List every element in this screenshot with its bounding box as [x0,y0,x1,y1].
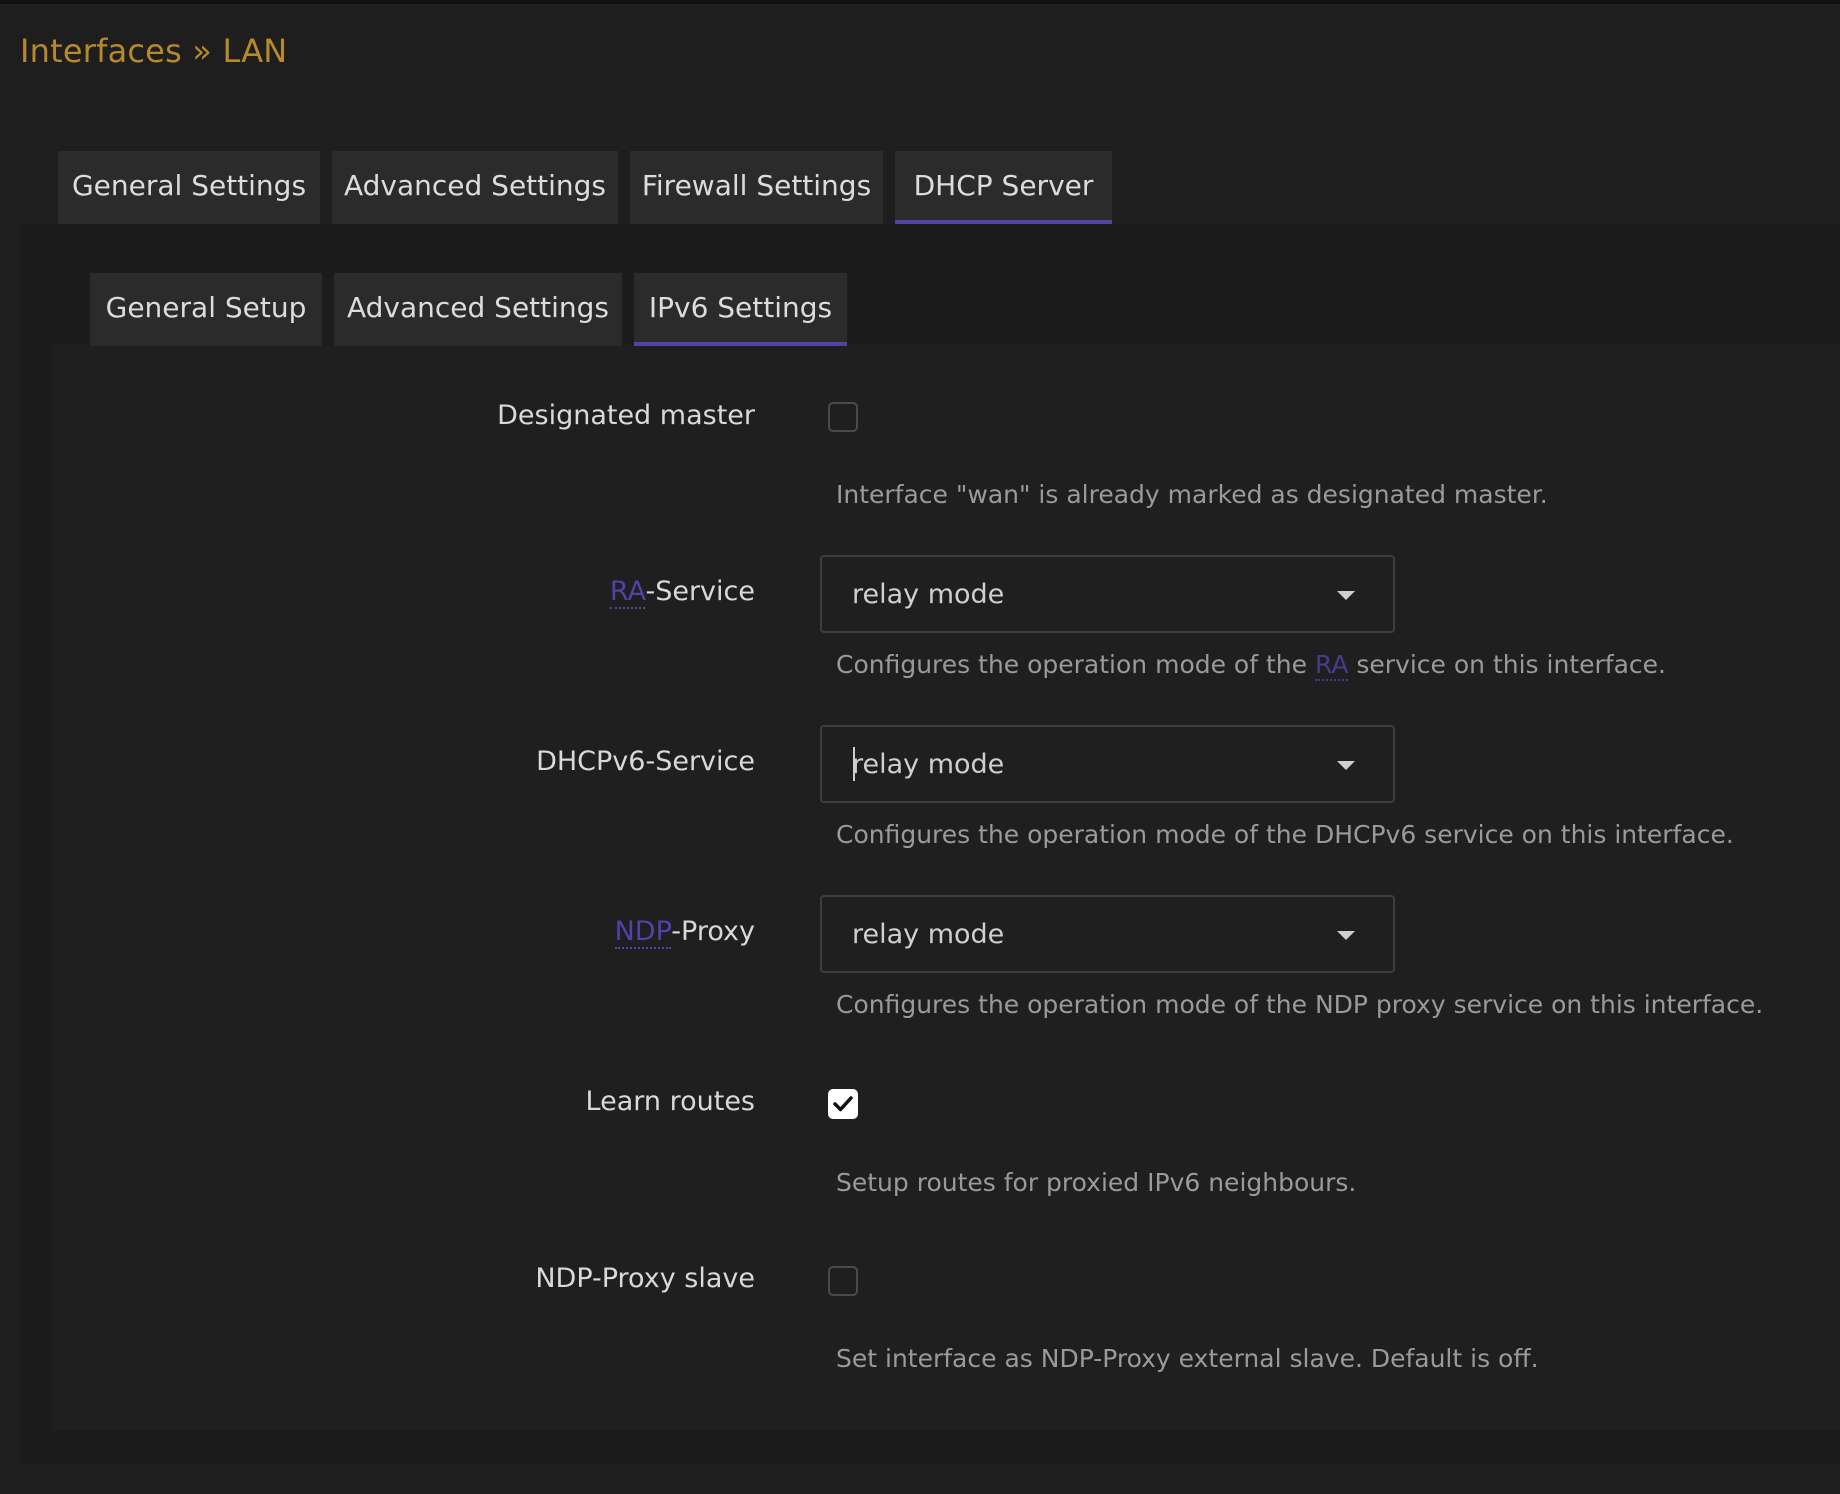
ra-service-select[interactable]: relay mode [820,555,1395,633]
ndp-proxy-description: Configures the operation mode of the NDP… [836,990,1764,1019]
ra-service-label-text: -Service [645,576,755,607]
ra-service-description: Configures the operation mode of the RA … [836,650,1666,681]
designated-master-description: Interface "wan" is already marked as des… [836,480,1548,509]
ndp-proxy-label-text: -Proxy [671,916,755,947]
dhcpv6-service-value: relay mode [852,749,1005,780]
sub-tab-bar: General Setup Advanced Settings IPv6 Set… [90,273,847,346]
ndp-proxy-slave-checkbox[interactable] [828,1266,858,1296]
tab-advanced-settings[interactable]: Advanced Settings [332,151,618,224]
ra-abbreviation-desc: RA [1314,650,1349,681]
top-border [0,0,1840,4]
checkmark-icon [833,1096,853,1112]
learn-routes-description: Setup routes for proxied IPv6 neighbours… [836,1168,1357,1197]
designated-master-checkbox[interactable] [828,402,858,432]
ndp-proxy-slave-label: NDP-Proxy slave [535,1263,755,1294]
subtab-ipv6-settings[interactable]: IPv6 Settings [634,273,847,346]
ra-abbreviation: RA [609,576,646,609]
learn-routes-label: Learn routes [585,1086,755,1117]
ra-service-desc-text: Configures the operation mode of the [836,650,1315,679]
ndp-proxy-select[interactable]: relay mode [820,895,1395,973]
designated-master-label: Designated master [497,400,755,431]
page-title: Interfaces » LAN [20,32,288,70]
dhcpv6-service-label: DHCPv6-Service [536,746,755,777]
subtab-general-setup[interactable]: General Setup [90,273,322,346]
subtab-advanced-settings[interactable]: Advanced Settings [334,273,622,346]
ra-service-label: RA-Service [609,576,755,609]
caret-down-icon [1337,761,1355,770]
ndp-proxy-value: relay mode [852,919,1005,950]
ra-service-desc-text-end: service on this interface. [1348,650,1666,679]
main-tab-bar: General Settings Advanced Settings Firew… [58,151,1112,224]
ndp-abbreviation: NDP [614,916,672,949]
tab-firewall-settings[interactable]: Firewall Settings [630,151,883,224]
caret-down-icon [1337,591,1355,600]
tab-general-settings[interactable]: General Settings [58,151,320,224]
learn-routes-checkbox[interactable] [828,1089,858,1119]
tab-dhcp-server[interactable]: DHCP Server [895,151,1112,224]
ndp-proxy-label: NDP-Proxy [614,916,755,949]
ra-service-value: relay mode [852,579,1005,610]
caret-down-icon [1337,931,1355,940]
dhcpv6-service-select[interactable]: relay mode [820,725,1395,803]
ndp-proxy-slave-description: Set interface as NDP-Proxy external slav… [836,1344,1539,1373]
dhcpv6-service-description: Configures the operation mode of the DHC… [836,820,1734,849]
